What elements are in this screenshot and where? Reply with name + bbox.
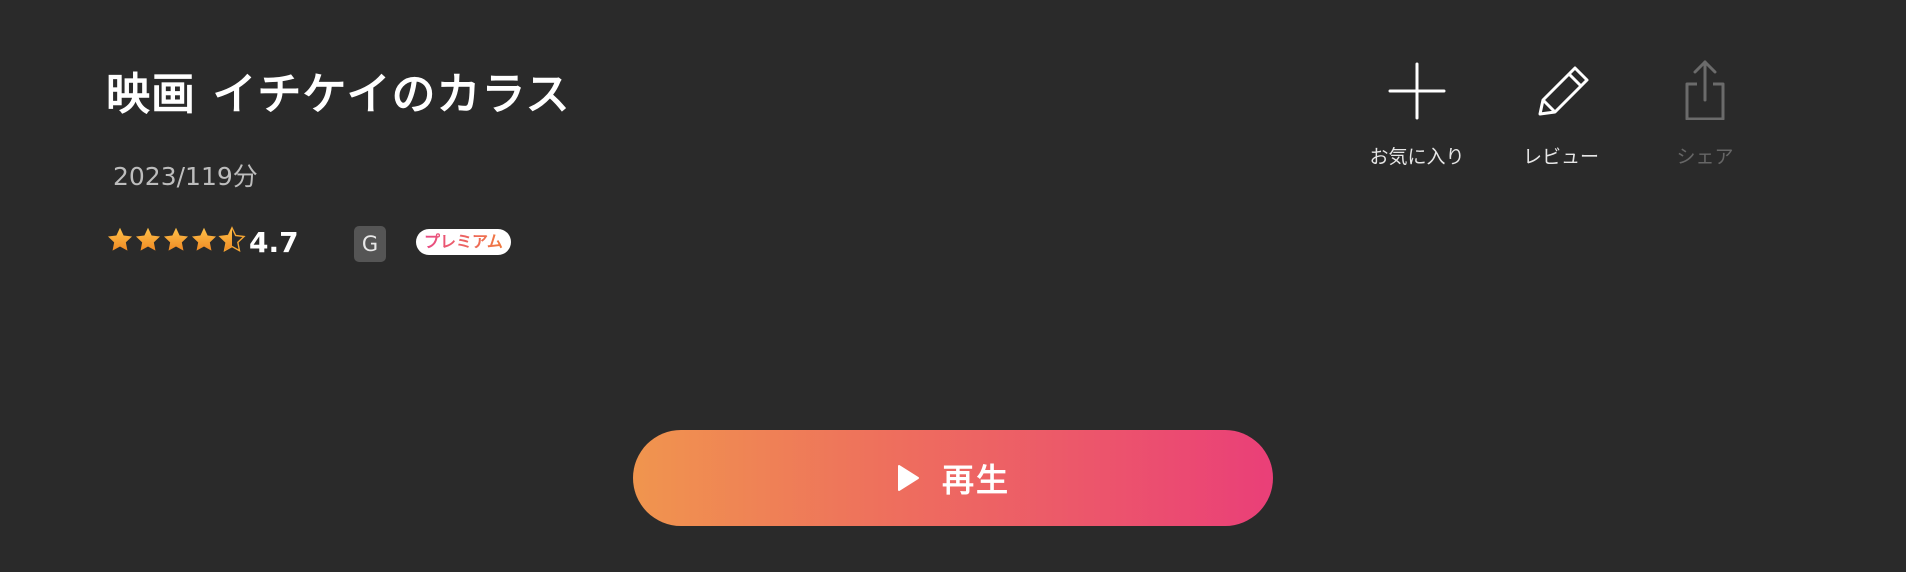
play-icon bbox=[897, 465, 919, 491]
half-star-icon bbox=[218, 226, 246, 252]
review-label: レビュー bbox=[1522, 146, 1599, 168]
premium-badge-label: プレミアム bbox=[424, 232, 503, 251]
movie-year-duration: 2023/119分 bbox=[113, 162, 258, 191]
play-button[interactable]: 再生 bbox=[633, 430, 1273, 526]
play-label: 再生 bbox=[941, 461, 1010, 499]
share-button[interactable]: シェア bbox=[1645, 60, 1765, 169]
share-label: シェア bbox=[1676, 146, 1734, 168]
age-rating-badge: G bbox=[354, 226, 386, 262]
star-icon bbox=[135, 227, 161, 251]
plus-icon bbox=[1388, 62, 1446, 120]
share-icon bbox=[1685, 60, 1725, 120]
play-button-content: 再生 bbox=[633, 430, 1273, 526]
star-icon bbox=[191, 227, 217, 251]
favorite-label: お気に入り bbox=[1369, 146, 1465, 168]
pencil-icon bbox=[1538, 66, 1589, 116]
movie-title: 映画 イチケイのカラス bbox=[106, 69, 571, 120]
premium-badge: プレミアム bbox=[416, 229, 511, 255]
movie-detail-page: 映画 イチケイのカラス 2023/119分 4.7 G プレミアム お気に入り … bbox=[0, 0, 1906, 572]
star-icon bbox=[107, 227, 133, 251]
review-button[interactable]: レビュー bbox=[1501, 60, 1621, 169]
favorite-button[interactable]: お気に入り bbox=[1357, 60, 1477, 169]
rating-value: 4.7 bbox=[249, 226, 299, 259]
star-icon bbox=[163, 227, 189, 251]
